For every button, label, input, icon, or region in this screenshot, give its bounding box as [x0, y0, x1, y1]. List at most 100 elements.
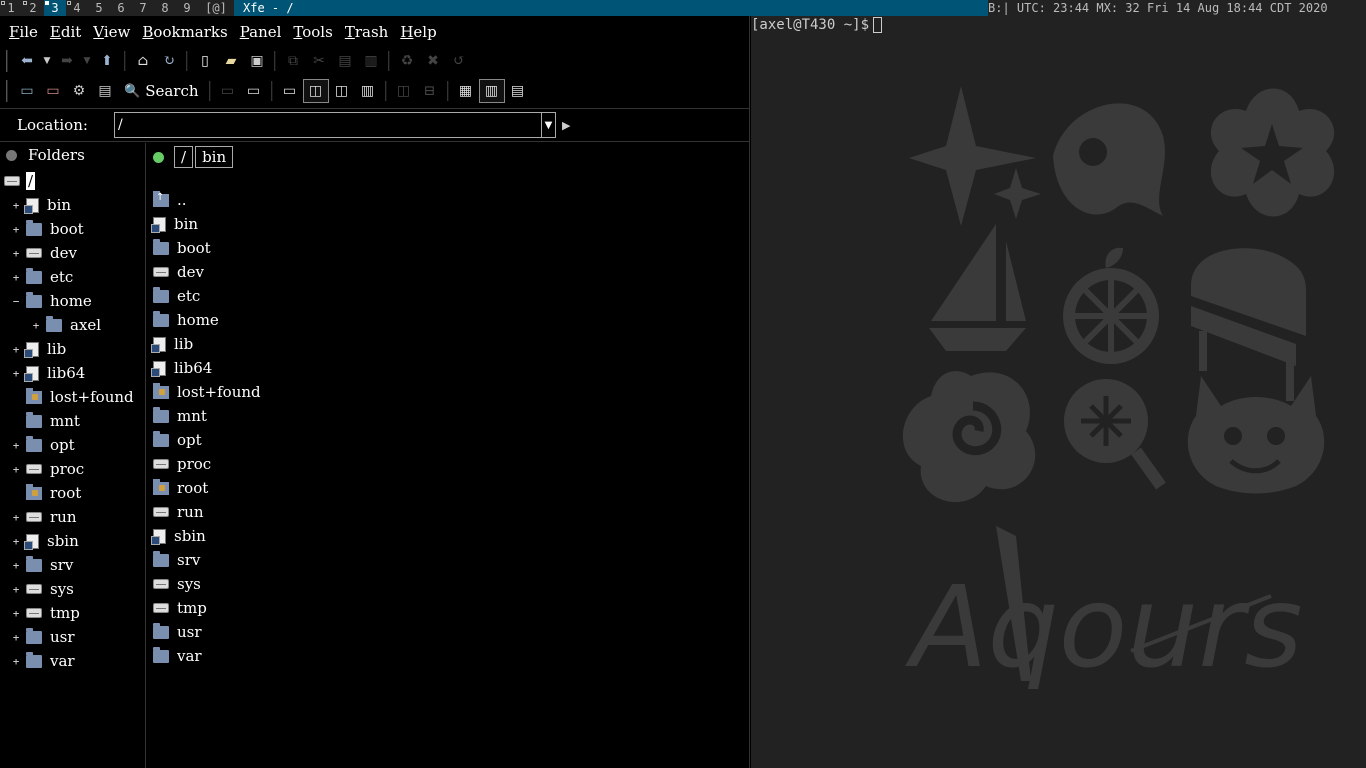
home-icon[interactable]: ⌂ — [130, 49, 156, 73]
execute-command-icon[interactable]: ⚙ — [66, 79, 92, 103]
copy-icon[interactable]: ⧉ — [280, 49, 306, 73]
two-panels-icon[interactable]: ◫ — [329, 79, 355, 103]
file-list-item[interactable]: lib — [151, 332, 193, 356]
menu-tools[interactable]: Tools — [287, 23, 338, 41]
tree-item-srv[interactable]: + srv — [10, 553, 73, 577]
mount-icon[interactable]: ▭ — [215, 79, 241, 103]
location-input[interactable] — [114, 112, 542, 138]
expand-icon[interactable]: + — [10, 535, 22, 548]
tree-item-boot[interactable]: + boot — [10, 217, 84, 241]
file-list-item[interactable]: boot — [153, 236, 211, 260]
file-list-item[interactable]: srv — [153, 548, 200, 572]
move-to-trash-icon[interactable]: ♻ — [394, 49, 420, 73]
tree-item-root[interactable]: root — [10, 481, 81, 505]
menu-view[interactable]: View — [87, 23, 136, 41]
file-list-item[interactable]: opt — [153, 428, 202, 452]
tree-item-opt[interactable]: + opt — [10, 433, 75, 457]
menu-trash[interactable]: Trash — [339, 23, 395, 41]
file-list-item[interactable]: home — [153, 308, 219, 332]
tree-item-axel[interactable]: + axel — [30, 313, 101, 337]
expand-icon[interactable]: + — [10, 583, 22, 596]
file-list-item[interactable]: .. — [153, 188, 187, 212]
tree-item-sbin[interactable]: + sbin — [10, 529, 79, 553]
file-list-item[interactable]: dev — [153, 260, 204, 284]
small-icons-view-icon[interactable]: ▥ — [478, 79, 505, 103]
search-button[interactable]: 🔍 Search — [118, 82, 205, 100]
expand-icon[interactable]: + — [30, 319, 42, 332]
refresh-icon[interactable]: ↻ — [156, 49, 182, 73]
new-file-icon[interactable]: ▯ — [192, 49, 218, 73]
one-panel-icon[interactable]: ▭ — [277, 79, 303, 103]
menu-file[interactable]: File — [3, 23, 44, 41]
vertical-panels-icon[interactable]: ◫ — [391, 79, 417, 103]
new-folder-icon[interactable]: ▰ — [218, 49, 244, 73]
expand-icon[interactable]: + — [10, 631, 22, 644]
detailed-list-view-icon[interactable]: ▤ — [505, 79, 531, 103]
expand-icon[interactable]: + — [10, 439, 22, 452]
tree-item-dev[interactable]: + dev — [10, 241, 77, 265]
terminal-window[interactable]: [axel@T430 ~]$ Aqours — [751, 16, 1366, 768]
go-up-icon[interactable]: ⬆ — [94, 49, 120, 73]
forward-icon[interactable]: ➡ — [54, 49, 80, 73]
file-list-item[interactable]: lost+found — [153, 380, 261, 404]
tree-item-bin[interactable]: + bin — [10, 193, 71, 217]
paste-icon[interactable]: ▤ — [332, 49, 358, 73]
file-list-item[interactable]: root — [153, 476, 208, 500]
menu-help[interactable]: Help — [394, 23, 442, 41]
terminal-icon[interactable]: ▤ — [92, 79, 118, 103]
tree-item-tmp[interactable]: + tmp — [10, 601, 80, 625]
expand-icon[interactable]: + — [10, 223, 22, 236]
expand-icon[interactable]: + — [10, 463, 22, 476]
tree-item-mnt[interactable]: mnt — [10, 409, 80, 433]
toolbar-grip[interactable] — [6, 80, 8, 102]
file-list-item[interactable]: bin — [151, 212, 198, 236]
file-list-item[interactable]: sys — [153, 572, 201, 596]
tag-2[interactable]: 2 — [22, 0, 44, 16]
file-list-item[interactable]: run — [153, 500, 204, 524]
tag-4[interactable]: 4 — [66, 0, 88, 16]
tag-6[interactable]: 6 — [110, 0, 132, 16]
properties-icon[interactable]: ▣ — [244, 49, 270, 73]
menu-bookmarks[interactable]: Bookmarks — [136, 23, 233, 41]
tree-item-lib64[interactable]: + lib64 — [10, 361, 86, 385]
file-list-item[interactable]: etc — [153, 284, 200, 308]
tree-item-run[interactable]: + run — [10, 505, 77, 529]
new-window-icon[interactable]: ▭ — [14, 79, 40, 103]
menu-edit[interactable]: Edit — [44, 23, 87, 41]
file-list-item[interactable]: proc — [153, 452, 211, 476]
horizontal-panels-icon[interactable]: ⊟ — [417, 79, 443, 103]
tree-item-home[interactable]: − home — [10, 289, 92, 313]
file-list-item[interactable]: mnt — [153, 404, 207, 428]
tag-7[interactable]: 7 — [132, 0, 154, 16]
tag-8[interactable]: 8 — [154, 0, 176, 16]
expand-icon[interactable]: + — [10, 199, 22, 212]
breadcrumb-item[interactable]: bin — [195, 146, 234, 168]
tree-item-usr[interactable]: + usr — [10, 625, 75, 649]
back-history-dropdown-icon[interactable]: ▼ — [40, 49, 54, 73]
file-list-item[interactable]: tmp — [153, 596, 207, 620]
new-root-window-icon[interactable]: ▭ — [40, 79, 66, 103]
tree-item-lib[interactable]: + lib — [10, 337, 67, 361]
tree-item-sys[interactable]: + sys — [10, 577, 74, 601]
cut-icon[interactable]: ✂ — [306, 49, 332, 73]
expand-icon[interactable]: + — [10, 271, 22, 284]
tag-9[interactable]: 9 — [176, 0, 198, 16]
tree-and-two-panels-icon[interactable]: ▥ — [355, 79, 381, 103]
restore-icon[interactable]: ↺ — [446, 49, 472, 73]
unmount-icon[interactable]: ▭ — [241, 79, 267, 103]
forward-history-dropdown-icon[interactable]: ▼ — [80, 49, 94, 73]
file-list-item[interactable]: usr — [153, 620, 202, 644]
file-list-item[interactable]: var — [153, 644, 202, 668]
tree-and-panel-icon[interactable]: ◫ — [302, 79, 329, 103]
expand-icon[interactable]: + — [10, 511, 22, 524]
expand-icon[interactable]: + — [10, 559, 22, 572]
tag-1[interactable]: 1 — [0, 0, 22, 16]
expand-icon[interactable]: + — [10, 247, 22, 260]
toolbar-grip[interactable] — [6, 50, 8, 72]
go-arrow-icon[interactable]: ▶ — [562, 119, 570, 132]
tag-5[interactable]: 5 — [88, 0, 110, 16]
tag-10[interactable]: [@] — [198, 0, 234, 16]
delete-icon[interactable]: ✖ — [420, 49, 446, 73]
tree-root-item[interactable]: / — [4, 169, 36, 193]
expand-icon[interactable]: + — [10, 367, 22, 380]
